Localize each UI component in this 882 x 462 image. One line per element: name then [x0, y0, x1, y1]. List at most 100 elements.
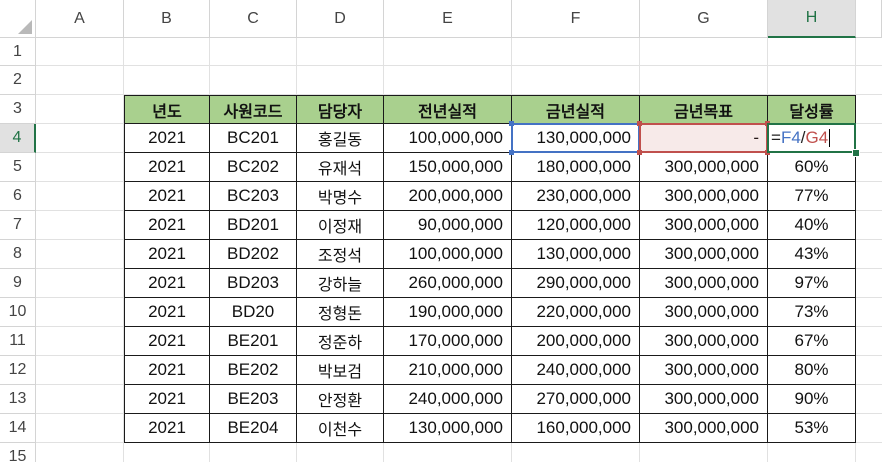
header-curr-target[interactable]: 금년목표	[640, 95, 768, 124]
cell-year-row8[interactable]: 2021	[124, 240, 210, 269]
cell-manager-row4[interactable]: 홍길동	[297, 124, 384, 153]
cell-year-row7[interactable]: 2021	[124, 211, 210, 240]
cell-year-row13[interactable]: 2021	[124, 385, 210, 414]
cell-employee-code-row6[interactable]: BC203	[210, 182, 297, 211]
cell-year-row6[interactable]: 2021	[124, 182, 210, 211]
cell-manager-row8[interactable]: 조정석	[297, 240, 384, 269]
cell-curr-target-row11[interactable]: 300,000,000	[640, 327, 768, 356]
cell-curr-result-row14[interactable]: 160,000,000	[512, 414, 640, 443]
row-header-1[interactable]: 1	[0, 38, 36, 66]
row-header-10[interactable]: 10	[0, 298, 36, 327]
row-header-6[interactable]: 6	[0, 182, 36, 211]
cell-manager-row9[interactable]: 강하늘	[297, 269, 384, 298]
column-header-d[interactable]: D	[297, 0, 384, 38]
cell-achievement-row10[interactable]: 73%	[768, 298, 856, 327]
header-achievement[interactable]: 달성률	[768, 95, 856, 124]
row-header-4[interactable]: 4	[0, 124, 36, 153]
cell-curr-target-row12[interactable]: 300,000,000	[640, 356, 768, 385]
spreadsheet-grid[interactable]: A B C D E F G H 1 2 3 4 5 6 7 8 9 10 11 12 13 14 15 년도 사원코드 담당자 전년…	[0, 0, 882, 462]
cell-curr-result-row12[interactable]: 240,000,000	[512, 356, 640, 385]
cell-manager-row13[interactable]: 안정환	[297, 385, 384, 414]
row-header-9[interactable]: 9	[0, 269, 36, 298]
cell-curr-result-row4[interactable]: 130,000,000	[512, 124, 640, 153]
cell-year-row9[interactable]: 2021	[124, 269, 210, 298]
fill-handle[interactable]	[852, 149, 860, 157]
cell-curr-target-row7[interactable]: 300,000,000	[640, 211, 768, 240]
row-header-3[interactable]: 3	[0, 95, 36, 124]
row-header-15[interactable]: 15	[0, 443, 36, 462]
cell-prev-result-row12[interactable]: 210,000,000	[384, 356, 512, 385]
cell-achievement-row8[interactable]: 43%	[768, 240, 856, 269]
column-header-f[interactable]: F	[512, 0, 640, 38]
reference-handle-g4[interactable]	[637, 150, 642, 155]
cell-curr-result-row7[interactable]: 120,000,000	[512, 211, 640, 240]
row-header-8[interactable]: 8	[0, 240, 36, 269]
header-year[interactable]: 년도	[124, 95, 210, 124]
row-header-5[interactable]: 5	[0, 153, 36, 182]
cell-employee-code-row13[interactable]: BE203	[210, 385, 297, 414]
cell-prev-result-row5[interactable]: 150,000,000	[384, 153, 512, 182]
row-header-13[interactable]: 13	[0, 385, 36, 414]
cell-curr-target-row14[interactable]: 300,000,000	[640, 414, 768, 443]
row-header-2[interactable]: 2	[0, 66, 36, 95]
cell-curr-result-row9[interactable]: 290,000,000	[512, 269, 640, 298]
cell-curr-result-row13[interactable]: 270,000,000	[512, 385, 640, 414]
row-header-7[interactable]: 7	[0, 211, 36, 240]
cell-employee-code-row12[interactable]: BE202	[210, 356, 297, 385]
cell-prev-result-row10[interactable]: 190,000,000	[384, 298, 512, 327]
cell-employee-code-row4[interactable]: BC201	[210, 124, 297, 153]
cell-year-row5[interactable]: 2021	[124, 153, 210, 182]
cell-curr-target-row9[interactable]: 300,000,000	[640, 269, 768, 298]
reference-handle-f4[interactable]	[509, 121, 514, 126]
cell-prev-result-row6[interactable]: 200,000,000	[384, 182, 512, 211]
column-header-a[interactable]: A	[36, 0, 124, 38]
header-employee-code[interactable]: 사원코드	[210, 95, 297, 124]
cell-prev-result-row8[interactable]: 100,000,000	[384, 240, 512, 269]
cell-manager-row6[interactable]: 박명수	[297, 182, 384, 211]
cell-manager-row5[interactable]: 유재석	[297, 153, 384, 182]
cell-curr-result-row11[interactable]: 200,000,000	[512, 327, 640, 356]
cell-achievement-row9[interactable]: 97%	[768, 269, 856, 298]
cell-manager-row7[interactable]: 이정재	[297, 211, 384, 240]
cell-manager-row11[interactable]: 정준하	[297, 327, 384, 356]
row-header-11[interactable]: 11	[0, 327, 36, 356]
cell-employee-code-row10[interactable]: BD20	[210, 298, 297, 327]
header-curr-result[interactable]: 금년실적	[512, 95, 640, 124]
cell-manager-row12[interactable]: 박보검	[297, 356, 384, 385]
column-header-c[interactable]: C	[210, 0, 297, 38]
cell-curr-target-row6[interactable]: 300,000,000	[640, 182, 768, 211]
column-header-e[interactable]: E	[384, 0, 512, 38]
cell-curr-result-row8[interactable]: 130,000,000	[512, 240, 640, 269]
row-header-12[interactable]: 12	[0, 356, 36, 385]
cell-employee-code-row8[interactable]: BD202	[210, 240, 297, 269]
cell-prev-result-row14[interactable]: 130,000,000	[384, 414, 512, 443]
cell-prev-result-row9[interactable]: 260,000,000	[384, 269, 512, 298]
reference-handle-f4[interactable]	[509, 150, 514, 155]
header-manager[interactable]: 담당자	[297, 95, 384, 124]
reference-handle-g4[interactable]	[637, 121, 642, 126]
cell-achievement-row7[interactable]: 40%	[768, 211, 856, 240]
cell-curr-target-row13[interactable]: 300,000,000	[640, 385, 768, 414]
cell-achievement-row13[interactable]: 90%	[768, 385, 856, 414]
cell-curr-target-row8[interactable]: 300,000,000	[640, 240, 768, 269]
cell-achievement-row5[interactable]: 60%	[768, 153, 856, 182]
cell-year-row12[interactable]: 2021	[124, 356, 210, 385]
cell-achievement-row11[interactable]: 67%	[768, 327, 856, 356]
cell-employee-code-row9[interactable]: BD203	[210, 269, 297, 298]
cell-achievement-row12[interactable]: 80%	[768, 356, 856, 385]
cell-prev-result-row13[interactable]: 240,000,000	[384, 385, 512, 414]
active-cell-h4-editor[interactable]: = F4/G4	[767, 123, 856, 153]
cell-achievement-row14[interactable]: 53%	[768, 414, 856, 443]
column-header-overflow[interactable]	[856, 0, 882, 38]
cell-year-row10[interactable]: 2021	[124, 298, 210, 327]
cell-prev-result-row7[interactable]: 90,000,000	[384, 211, 512, 240]
column-header-g[interactable]: G	[640, 0, 768, 38]
cell-employee-code-row7[interactable]: BD201	[210, 211, 297, 240]
cell-employee-code-row11[interactable]: BE201	[210, 327, 297, 356]
cell-curr-target-row4[interactable]: -	[640, 124, 768, 153]
cell-employee-code-row14[interactable]: BE204	[210, 414, 297, 443]
column-header-h[interactable]: H	[768, 0, 856, 38]
cell-achievement-row6[interactable]: 77%	[768, 182, 856, 211]
cell-prev-result-row11[interactable]: 170,000,000	[384, 327, 512, 356]
cell-year-row4[interactable]: 2021	[124, 124, 210, 153]
